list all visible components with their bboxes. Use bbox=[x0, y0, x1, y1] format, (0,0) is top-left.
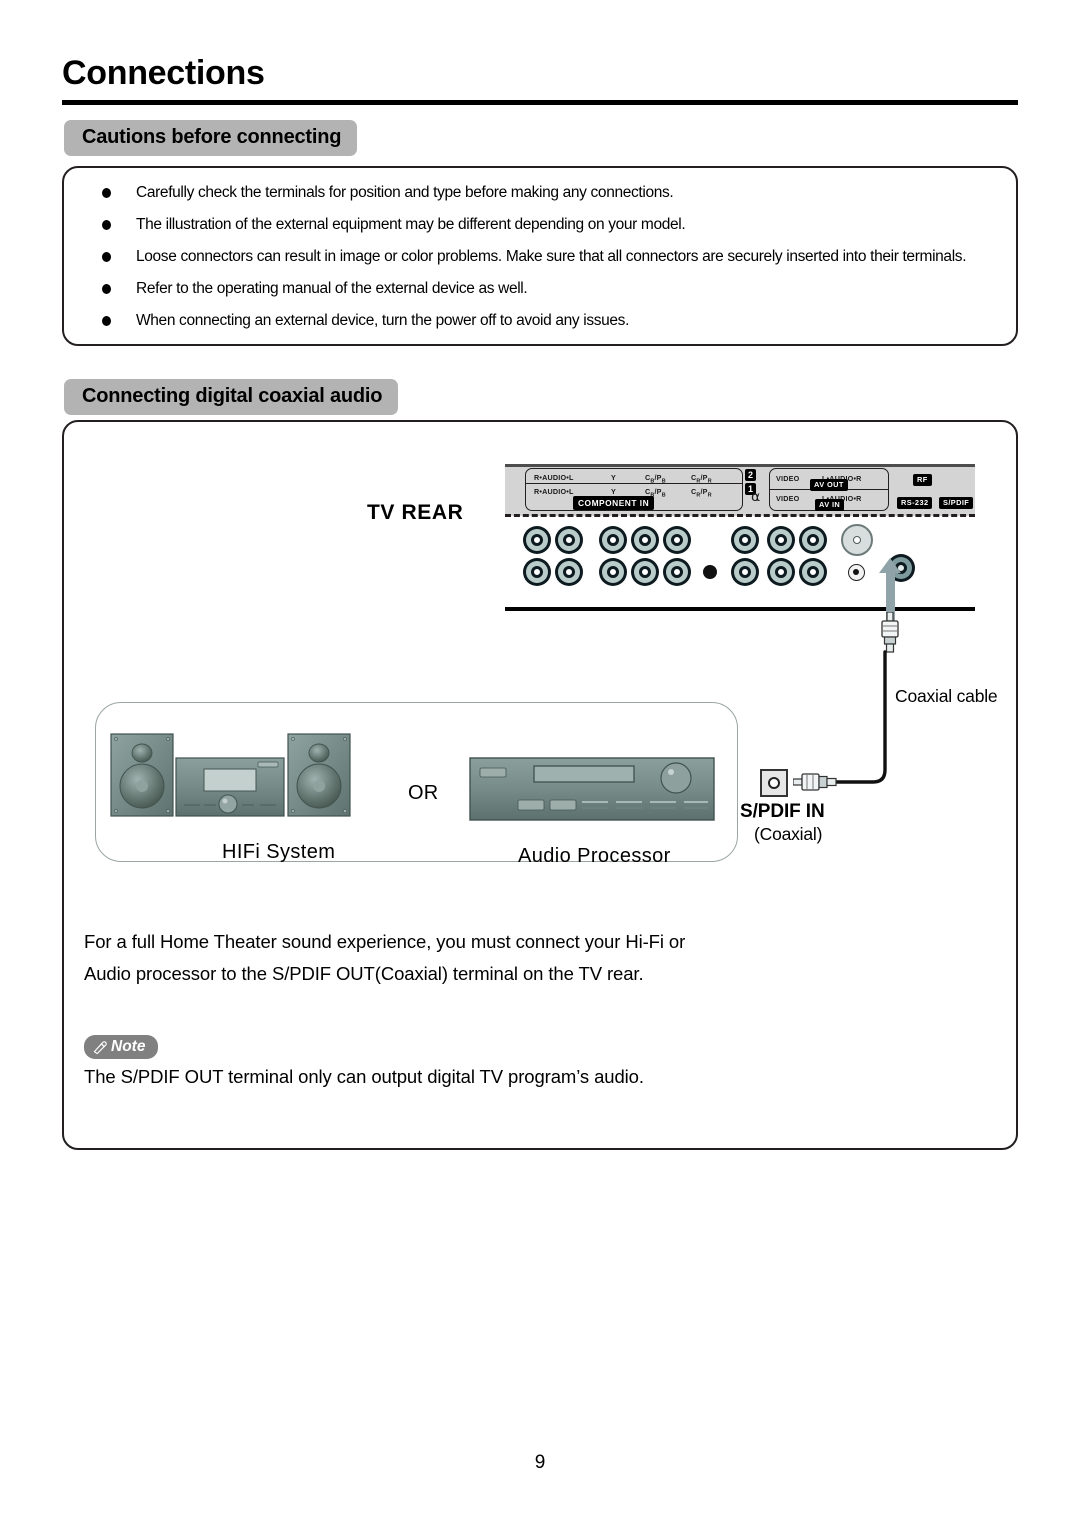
jack-component-cr-2 bbox=[663, 526, 691, 554]
jack-av-out-audio-l bbox=[767, 526, 795, 554]
rs232-tag: RS-232 bbox=[897, 497, 933, 509]
bullet-dot-icon bbox=[102, 188, 111, 198]
component-audio-label-1: R•AUDIO•L bbox=[534, 487, 574, 496]
jack-headphone bbox=[703, 565, 717, 579]
spdif-in-port bbox=[760, 769, 788, 797]
jack-av-in-video bbox=[731, 558, 759, 586]
component-cr-pr-label-1: CR/PR bbox=[691, 487, 712, 499]
component-cb-pb-label-2: CB/PB bbox=[645, 473, 666, 485]
bullet-dot-icon bbox=[102, 283, 111, 294]
jack-component-y-1 bbox=[599, 558, 627, 586]
jack-component-cb-2 bbox=[631, 526, 659, 554]
jack-component-audio-r-2 bbox=[523, 526, 551, 554]
coaxial-cable-label: Coaxial cable bbox=[895, 686, 998, 706]
jack-rs232 bbox=[848, 564, 865, 581]
or-label: OR bbox=[408, 782, 439, 804]
jack-component-audio-r-1 bbox=[523, 558, 551, 586]
headphone-icon: ⍺ bbox=[751, 488, 761, 504]
component-y-label-2: Y bbox=[611, 473, 616, 482]
page-title: Connections bbox=[62, 54, 265, 92]
title-divider bbox=[62, 100, 1018, 105]
spdif-tag: S/PDIF bbox=[939, 497, 974, 509]
spdif-in-label: S/PDIF IN bbox=[740, 801, 825, 822]
jack-av-out-video bbox=[731, 526, 759, 554]
hifi-system-illustration bbox=[110, 733, 351, 817]
list-item-text: Carefully check the terminals for positi… bbox=[136, 184, 674, 201]
jack-av-in-audio-r bbox=[799, 558, 827, 586]
coaxial-body-paragraph: For a full Home Theater sound experience… bbox=[84, 931, 686, 984]
list-item-text: When connecting an external device, turn… bbox=[136, 311, 630, 329]
component-cr-pr-label-2: CR/PR bbox=[691, 473, 712, 485]
page-number: 9 bbox=[534, 1452, 546, 1473]
list-item: Loose connectors can result in image or … bbox=[84, 247, 1002, 268]
hifi-system-caption: HIFi System bbox=[222, 841, 336, 863]
note-badge: Note bbox=[84, 1035, 159, 1059]
jack-component-cr-1 bbox=[663, 558, 691, 586]
panel-dashed-divider bbox=[505, 514, 975, 517]
audio-processor-illustration bbox=[469, 757, 715, 821]
cautions-bullet-list: Carefully check the terminals for positi… bbox=[84, 174, 1002, 332]
tv-rear-label: TV REAR bbox=[367, 501, 464, 524]
jack-component-cb-1 bbox=[631, 558, 659, 586]
spdif-in-port-pin bbox=[772, 781, 776, 785]
bullet-dot-icon bbox=[102, 219, 111, 230]
av-in-video-label: VIDEO bbox=[776, 494, 800, 503]
list-item: When connecting an external device, turn… bbox=[84, 311, 1002, 332]
audio-processor-caption: Audio Processor bbox=[518, 845, 671, 867]
jack-av-out-audio-r bbox=[799, 526, 827, 554]
jack-component-audio-l-2 bbox=[555, 526, 583, 554]
rf-tag: RF bbox=[913, 474, 932, 486]
component-in-tag: COMPONENT IN bbox=[573, 496, 655, 510]
list-item: The illustration of the external equipme… bbox=[84, 215, 1002, 236]
component-input-number-2: 2 bbox=[745, 469, 756, 481]
jack-component-audio-l-1 bbox=[555, 558, 583, 586]
av-in-tag: AV IN bbox=[815, 499, 845, 511]
section-heading-coaxial: Connecting digital coaxial audio bbox=[64, 379, 399, 415]
note-text: The S/PDIF OUT terminal only can output … bbox=[84, 1066, 644, 1087]
list-item: Refer to the operating manual of the ext… bbox=[84, 279, 1002, 300]
list-item-text: The illustration of the external equipme… bbox=[136, 215, 686, 233]
list-item-text: Loose connectors can result in image or … bbox=[136, 247, 967, 265]
av-out-tag: AV OUT bbox=[810, 479, 848, 491]
component-y-label-1: Y bbox=[611, 487, 616, 496]
component-audio-label-2: R•AUDIO•L bbox=[534, 473, 574, 482]
note-label: Note bbox=[111, 1038, 146, 1055]
pencil-icon bbox=[93, 1040, 107, 1054]
list-item: Carefully check the terminals for positi… bbox=[84, 183, 1002, 204]
bullet-dot-icon bbox=[102, 251, 111, 262]
list-item-text: Refer to the operating manual of the ext… bbox=[136, 279, 528, 297]
jack-rf-antenna bbox=[841, 524, 873, 556]
bullet-dot-icon bbox=[102, 315, 111, 326]
spdif-in-sub-label: (Coaxial) bbox=[754, 824, 823, 844]
cautions-box: Carefully check the terminals for positi… bbox=[62, 166, 1018, 346]
jack-component-y-2 bbox=[599, 526, 627, 554]
section-heading-cautions: Cautions before connecting bbox=[64, 120, 358, 156]
av-out-video-label: VIDEO bbox=[776, 474, 800, 483]
jack-av-in-audio-l bbox=[767, 558, 795, 586]
rca-plug-horizontal-icon bbox=[793, 773, 837, 791]
